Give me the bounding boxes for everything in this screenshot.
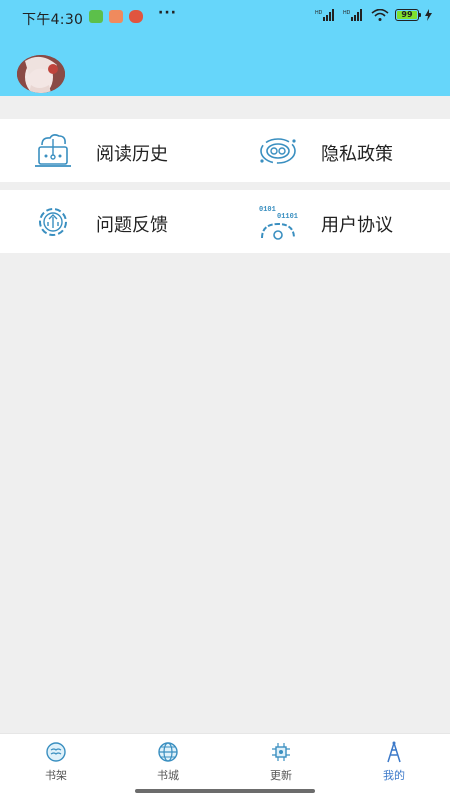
battery-level: 99 [401,10,413,19]
charging-icon [425,9,432,21]
tab-label: 我的 [383,769,405,782]
menu-item-label: 阅读历史 [96,144,168,165]
svg-text:HD: HD [343,10,351,16]
menu-item-label: 隐私政策 [321,144,393,165]
avatar[interactable] [17,55,65,93]
bookshelf-icon [46,742,66,762]
more-notifications-icon: ··· [158,5,177,21]
menu-item-label: 问题反馈 [96,215,168,236]
menu-row-1: 阅读历史 隐私政策 [0,119,450,182]
menu-item-feedback[interactable]: 问题反馈 [0,190,225,253]
system-status-icons: HD HD 99 [315,9,432,21]
tab-bookshelf[interactable]: 书架 [0,734,112,784]
menu-item-reading-history[interactable]: 阅读历史 [0,119,225,182]
game-notification-icon [129,10,143,23]
tab-bookstore[interactable]: 书城 [112,734,224,784]
tab-label: 更新 [270,769,292,782]
menu-item-label: 用户协议 [321,215,393,236]
status-bar: 下午4:30 ··· HD HD 99 [0,0,450,34]
battery-icon: 99 [395,9,421,21]
profile-header: 下午4:30 ··· HD HD 99 [0,0,450,96]
signal-2-icon: HD [343,9,362,21]
updates-icon [272,743,290,761]
tab-updates[interactable]: 更新 [225,734,337,784]
menu-item-privacy-policy[interactable]: 隐私政策 [225,119,450,182]
user-agreement-icon: 0101 01101 [259,206,298,240]
privacy-policy-icon [260,138,296,164]
bookstore-icon [158,742,178,762]
svg-text:0101: 0101 [259,206,276,214]
message-notification-icon [89,10,103,23]
menu-item-user-agreement[interactable]: 0101 01101 用户协议 [225,190,450,253]
tab-label: 书架 [45,769,67,782]
signal-1-icon: HD [315,9,334,21]
tab-profile[interactable]: 我的 [338,734,450,784]
notification-icons [89,10,143,23]
profile-icon [387,741,401,763]
svg-text:01101: 01101 [277,213,298,221]
tab-label: 书城 [157,769,179,782]
menu-row-2: 问题反馈 0101 01101 用户协议 [0,190,450,253]
feedback-icon [39,208,67,236]
avatar-image [17,55,65,93]
home-indicator[interactable] [135,789,315,793]
status-time: 下午4:30 [22,12,84,28]
svg-text:HD: HD [315,10,323,16]
reading-history-icon [35,134,71,167]
app-notification-icon [109,10,123,23]
wifi-icon [371,9,389,21]
